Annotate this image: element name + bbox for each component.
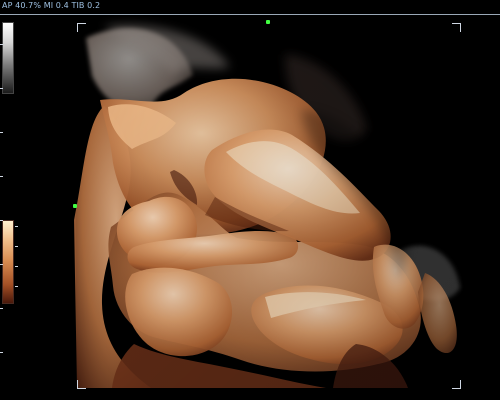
left-scale-tick — [0, 176, 3, 177]
frame-corner-top-right — [452, 23, 461, 32]
frame-corner-bottom-left — [77, 380, 86, 389]
color-scale-bar — [2, 220, 14, 304]
color-scale-tick — [15, 246, 18, 247]
frame-corner-top-left — [77, 23, 86, 32]
green-marker-icon — [73, 204, 77, 208]
green-marker-icon — [266, 20, 270, 24]
left-scale-tick — [0, 132, 3, 133]
color-scale-tick — [15, 266, 18, 267]
left-scale-tick — [0, 220, 3, 221]
left-scale-tick — [0, 88, 3, 89]
color-scale-tick — [15, 226, 18, 227]
volume-frame — [76, 22, 462, 390]
status-text: AP 40.7% MI 0.4 TIB 0.2 — [2, 1, 101, 10]
frame-corner-bottom-right — [452, 380, 461, 389]
left-scale-tick — [0, 264, 3, 265]
status-bar: AP 40.7% MI 0.4 TIB 0.2 — [0, 0, 500, 15]
left-scale-tick — [0, 308, 3, 309]
color-scale-tick — [15, 286, 18, 287]
ultrasound-screen: AP 40.7% MI 0.4 TIB 0.2 — [0, 0, 500, 400]
left-scale-tick — [0, 44, 3, 45]
grayscale-scale-bar — [2, 22, 14, 94]
left-scale-tick — [0, 352, 3, 353]
